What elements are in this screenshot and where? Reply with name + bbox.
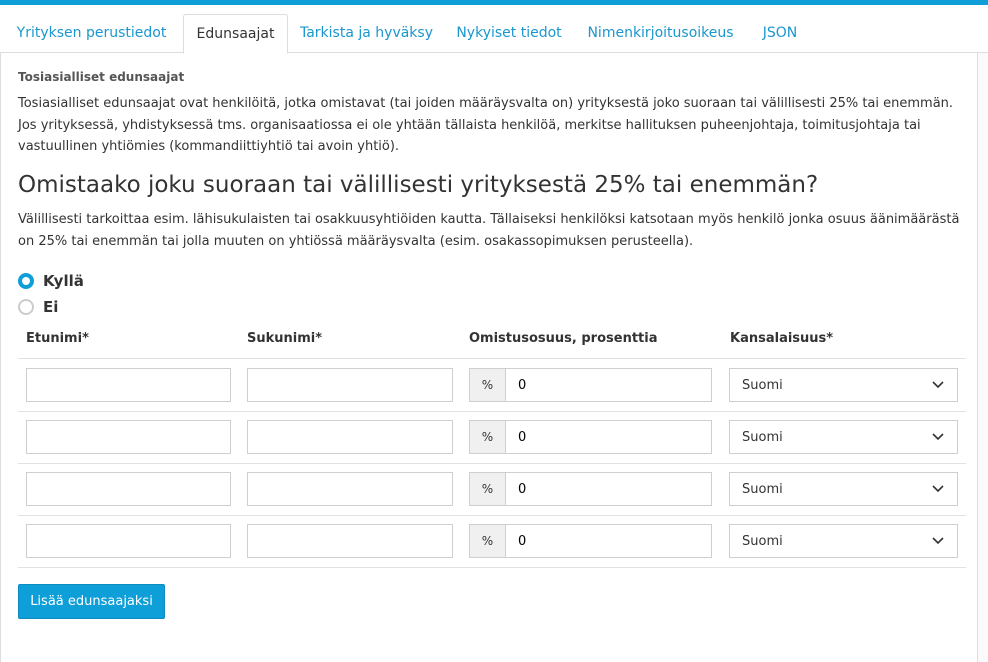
ownership-percent-field: % xyxy=(469,368,712,402)
chevron-down-icon xyxy=(931,534,945,548)
ownership-percent-input[interactable] xyxy=(506,525,711,557)
top-accent-bar xyxy=(0,0,988,5)
ownership-percent-input[interactable] xyxy=(506,473,711,505)
citizenship-select[interactable]: Suomi xyxy=(729,420,958,454)
section-label: Tosiasialliset edunsaajat xyxy=(18,70,185,84)
table-divider xyxy=(18,358,966,359)
citizenship-select[interactable]: Suomi xyxy=(729,472,958,506)
first-name-input[interactable] xyxy=(26,524,231,558)
question-heading: Omistaako joku suoraan tai välillisesti … xyxy=(18,172,819,198)
chevron-down-icon xyxy=(931,482,945,496)
radio-label-no: Ei xyxy=(43,298,59,316)
citizenship-selected-value: Suomi xyxy=(742,533,783,549)
section-description: Tosiasialliset edunsaajat ovat henkilöit… xyxy=(18,96,954,154)
column-header-ownership: Omistusosuus, prosenttia xyxy=(469,331,658,346)
citizenship-selected-value: Suomi xyxy=(742,481,783,497)
percent-addon: % xyxy=(470,473,506,505)
table-divider xyxy=(18,411,966,412)
ownership-percent-field: % xyxy=(469,420,712,454)
tab-signing-rights[interactable]: Nimenkirjoitusoikeus xyxy=(579,14,742,53)
last-name-input[interactable] xyxy=(247,524,453,558)
radio-option-yes[interactable]: Kyllä xyxy=(18,270,84,292)
citizenship-selected-value: Suomi xyxy=(742,429,783,445)
tab-json[interactable]: JSON xyxy=(752,14,808,53)
tab-company-basic-info[interactable]: Yrityksen perustiedot xyxy=(10,14,173,53)
chevron-down-icon xyxy=(931,378,945,392)
radio-label-yes: Kyllä xyxy=(43,272,84,290)
tab-bar: Yrityksen perustiedot Edunsaajat Tarkist… xyxy=(0,14,988,54)
question-help-text: Välillisesti tarkoittaa esim. lähisukula… xyxy=(18,212,960,249)
table-divider xyxy=(18,567,966,568)
ownership-percent-field: % xyxy=(469,524,712,558)
percent-addon: % xyxy=(470,369,506,401)
radio-unchecked-icon[interactable] xyxy=(18,299,34,315)
last-name-input[interactable] xyxy=(247,420,453,454)
tab-beneficiaries[interactable]: Edunsaajat xyxy=(183,14,288,54)
ownership-percent-input[interactable] xyxy=(506,421,711,453)
percent-addon: % xyxy=(470,421,506,453)
radio-option-no[interactable]: Ei xyxy=(18,296,58,318)
first-name-input[interactable] xyxy=(26,420,231,454)
citizenship-select[interactable]: Suomi xyxy=(729,368,958,402)
chevron-down-icon xyxy=(931,430,945,444)
tab-current-info[interactable]: Nykyiset tiedot xyxy=(449,14,569,53)
citizenship-select[interactable]: Suomi xyxy=(729,524,958,558)
table-divider xyxy=(18,515,966,516)
radio-checked-icon[interactable] xyxy=(18,273,34,289)
first-name-input[interactable] xyxy=(26,472,231,506)
percent-addon: % xyxy=(470,525,506,557)
citizenship-selected-value: Suomi xyxy=(742,377,783,393)
first-name-input[interactable] xyxy=(26,368,231,402)
tab-review-approve[interactable]: Tarkista ja hyväksy xyxy=(294,14,439,53)
last-name-input[interactable] xyxy=(247,368,453,402)
column-header-citizenship: Kansalaisuus* xyxy=(730,331,834,346)
ownership-percent-input[interactable] xyxy=(506,369,711,401)
tab-content-panel: Tosiasialliset edunsaajat Tosiasialliset… xyxy=(0,53,978,662)
ownership-percent-field: % xyxy=(469,472,712,506)
add-beneficiary-button[interactable]: Lisää edunsaajaksi xyxy=(18,584,165,619)
column-header-last-name: Sukunimi* xyxy=(247,331,323,346)
scrollbar-track[interactable] xyxy=(978,53,988,662)
table-divider xyxy=(18,463,966,464)
last-name-input[interactable] xyxy=(247,472,453,506)
column-header-first-name: Etunimi* xyxy=(26,331,89,346)
